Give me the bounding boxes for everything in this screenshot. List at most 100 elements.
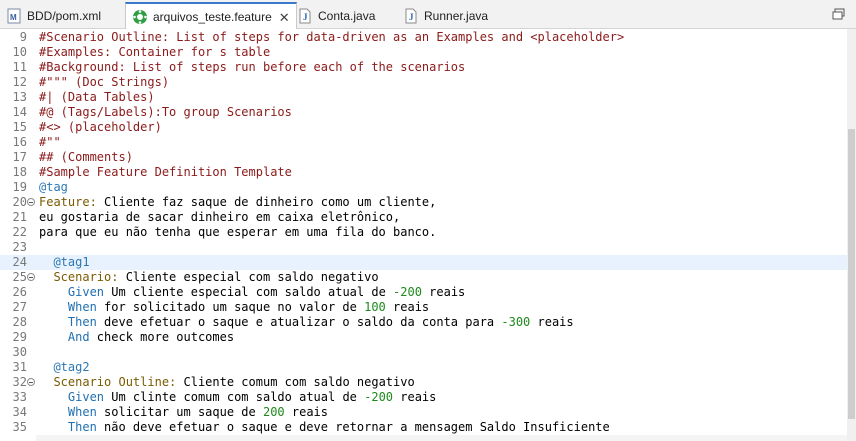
line-number: 15 bbox=[12, 120, 27, 134]
tab-arquivos-teste-feature[interactable]: arquivos_teste.feature ✕ bbox=[125, 2, 297, 30]
token-text: eu gostaria de sacar dinheiro em caixa e… bbox=[39, 210, 401, 224]
code-line[interactable]: 10 #Examples: Container for s table bbox=[0, 45, 847, 60]
token-comment: #Sample Feature Definition Template bbox=[39, 165, 292, 179]
line-number: 14 bbox=[12, 105, 27, 119]
token-text: para que eu não tenha que esperar em uma… bbox=[39, 225, 437, 239]
maven-file-icon: M bbox=[6, 8, 22, 24]
token-comment: #<> (placeholder) bbox=[39, 120, 162, 134]
feature-file-editor[interactable]: 9 #Scenario Outline: List of steps for da… bbox=[0, 29, 856, 441]
vertical-scrollbar[interactable] bbox=[847, 29, 856, 441]
code-line[interactable]: 33 Given Um clinte comum com saldo atual… bbox=[0, 390, 847, 405]
code-line[interactable]: 11 #Background: List of steps run before … bbox=[0, 60, 847, 75]
token-tag: @tag bbox=[39, 180, 68, 194]
token-text: Cliente faz saque de dinheiro como um cl… bbox=[96, 195, 437, 209]
tab-runner-java[interactable]: J Runner.java bbox=[403, 3, 488, 29]
code-line[interactable]: 24 @tag1 bbox=[0, 255, 847, 270]
code-text: #""" (Doc Strings) bbox=[39, 75, 169, 90]
code-line[interactable]: 16 #"" bbox=[0, 135, 847, 150]
code-line[interactable]: 28 Then deve efetuar o saque e atualizar… bbox=[0, 315, 847, 330]
code-line[interactable]: 22 para que eu não tenha que esperar em u… bbox=[0, 225, 847, 240]
code-text: Given Um clinte comum com saldo atual de… bbox=[39, 390, 437, 405]
code-line[interactable]: 19 @tag bbox=[0, 180, 847, 195]
code-text: @tag1 bbox=[39, 255, 89, 270]
line-number: 23 bbox=[12, 240, 27, 254]
token-kw: Scenario Outline: bbox=[39, 375, 177, 389]
code-text: #"" bbox=[39, 135, 61, 150]
code-line[interactable]: 12 #""" (Doc Strings) bbox=[0, 75, 847, 90]
token-step: Given bbox=[39, 390, 105, 404]
fold-toggle-icon[interactable] bbox=[27, 378, 35, 386]
tab-label: Conta.java bbox=[318, 9, 376, 23]
code-line[interactable]: 29 And check more outcomes bbox=[0, 330, 847, 345]
line-number: 34 bbox=[12, 405, 27, 419]
line-number: 11 bbox=[12, 60, 27, 74]
token-step: Then bbox=[39, 315, 97, 329]
token-text: não deve efetuar o saque e deve retornar… bbox=[96, 420, 610, 434]
java-file-icon: J bbox=[297, 8, 313, 24]
token-comment: #@ (Tags/Labels):To group Scenarios bbox=[39, 105, 292, 119]
code-text: ## (Comments) bbox=[39, 150, 133, 165]
tab-pom-xml[interactable]: M BDD/pom.xml bbox=[6, 3, 101, 29]
code-line[interactable]: 14 #@ (Tags/Labels):To group Scenarios bbox=[0, 105, 847, 120]
code-text: #Sample Feature Definition Template bbox=[39, 165, 292, 180]
code-text: #Examples: Container for s table bbox=[39, 45, 270, 60]
token-text: deve efetuar o saque e atualizar o saldo… bbox=[96, 315, 502, 329]
code-line[interactable]: 13 #| (Data Tables) bbox=[0, 90, 847, 105]
code-line[interactable]: 18 #Sample Feature Definition Template bbox=[0, 165, 847, 180]
code-text: Scenario: Cliente especial com saldo neg… bbox=[39, 270, 378, 285]
close-icon[interactable]: ✕ bbox=[279, 11, 290, 24]
token-num: -200 bbox=[393, 285, 422, 299]
code-line[interactable]: 34 When solicitar um saque de 200 reais bbox=[0, 405, 847, 420]
token-kw: Feature: bbox=[39, 195, 97, 209]
code-line[interactable]: 17 ## (Comments) bbox=[0, 150, 847, 165]
token-step: And bbox=[39, 330, 90, 344]
code-text: Given Um cliente especial com saldo atua… bbox=[39, 285, 465, 300]
restore-view-icon[interactable] bbox=[831, 6, 847, 22]
token-step: When bbox=[39, 405, 97, 419]
code-line[interactable]: 23 bbox=[0, 240, 847, 255]
token-text: reais bbox=[385, 300, 430, 314]
code-line[interactable]: 26 Given Um cliente especial com saldo a… bbox=[0, 285, 847, 300]
code-line[interactable]: 20 Feature: Cliente faz saque de dinheiro… bbox=[0, 195, 847, 210]
token-comment: #| (Data Tables) bbox=[39, 90, 155, 104]
horizontal-scrollbar[interactable] bbox=[36, 435, 847, 441]
code-text: And check more outcomes bbox=[39, 330, 234, 345]
svg-text:M: M bbox=[10, 13, 17, 22]
line-number: 12 bbox=[12, 75, 27, 89]
code-line[interactable]: 25 Scenario: Cliente especial com saldo … bbox=[0, 270, 847, 285]
code-text: eu gostaria de sacar dinheiro em caixa e… bbox=[39, 210, 400, 225]
code-line[interactable]: 15 #<> (placeholder) bbox=[0, 120, 847, 135]
code-line[interactable]: 30 bbox=[0, 345, 847, 360]
svg-text:J: J bbox=[303, 12, 308, 22]
tab-label: Runner.java bbox=[424, 9, 489, 23]
token-num: 100 bbox=[364, 300, 386, 314]
code-text: #Scenario Outline: List of steps for dat… bbox=[39, 30, 624, 45]
line-number: 21 bbox=[12, 210, 27, 224]
code-text: @tag2 bbox=[39, 360, 90, 375]
code-line[interactable]: 27 When for solicitado um saque no valor… bbox=[0, 300, 847, 315]
line-number: 18 bbox=[12, 165, 27, 179]
code-line[interactable]: 35 Then não deve efetuar o saque e deve … bbox=[0, 420, 847, 435]
code-text: When solicitar um saque de 200 reais bbox=[39, 405, 328, 420]
tab-conta-java[interactable]: J Conta.java bbox=[297, 3, 375, 29]
token-text: Cliente comum com saldo negativo bbox=[176, 375, 415, 389]
code-line[interactable]: 21 eu gostaria de sacar dinheiro em caixa… bbox=[0, 210, 847, 225]
scrollbar-thumb[interactable] bbox=[848, 129, 855, 419]
token-tag: @tag2 bbox=[39, 360, 90, 374]
line-number: 25 bbox=[12, 270, 27, 284]
code-line[interactable]: 31 @tag2 bbox=[0, 360, 847, 375]
fold-toggle-icon[interactable] bbox=[27, 273, 35, 281]
code-line[interactable]: 32 Scenario Outline: Cliente comum com s… bbox=[0, 375, 847, 390]
line-number: 26 bbox=[12, 285, 27, 299]
line-number: 19 bbox=[12, 180, 27, 194]
line-number: 27 bbox=[12, 300, 27, 314]
line-number: 9 bbox=[19, 30, 27, 44]
code-line[interactable]: 9 #Scenario Outline: List of steps for da… bbox=[0, 30, 847, 45]
token-text: Um cliente especial com saldo atual de bbox=[104, 285, 394, 299]
code-text: #@ (Tags/Labels):To group Scenarios bbox=[39, 105, 292, 120]
line-number: 17 bbox=[12, 150, 27, 164]
cucumber-icon bbox=[132, 9, 148, 25]
token-comment: #Examples: Container for s table bbox=[39, 45, 271, 59]
code-text: Then deve efetuar o saque e atualizar o … bbox=[39, 315, 574, 330]
fold-toggle-icon[interactable] bbox=[27, 198, 35, 206]
